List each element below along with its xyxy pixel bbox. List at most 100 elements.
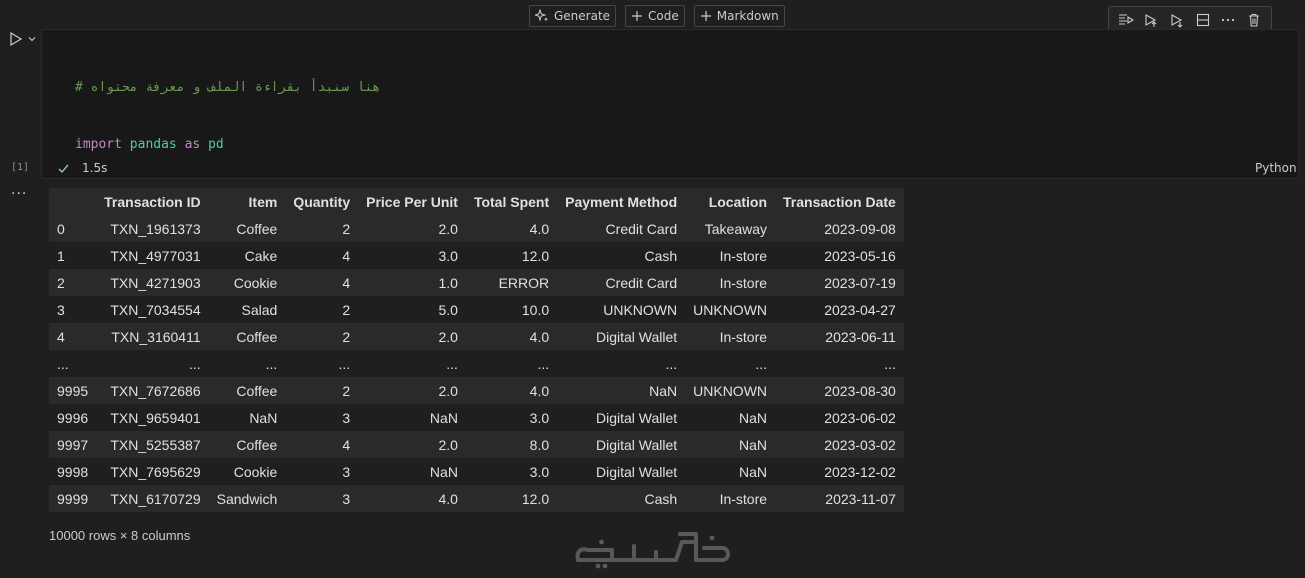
- keyword-import: import: [75, 137, 122, 152]
- run-cell-icon[interactable]: [8, 31, 24, 47]
- table-cell: UNKNOWN: [603, 301, 678, 318]
- markdown-label: Markdown: [716, 9, 779, 23]
- table-cell: 2023-09-08: [824, 220, 896, 237]
- row-index: 9997: [57, 436, 89, 453]
- dataframe-shape: 10000 rows × 8 columns: [49, 528, 191, 543]
- keyword-as: as: [184, 137, 201, 152]
- table-cell: 2023-06-02: [824, 409, 896, 426]
- table-cell: Takeaway: [704, 220, 768, 237]
- sparkle-icon: [535, 9, 549, 23]
- execute-above-icon[interactable]: [1140, 9, 1162, 31]
- add-code-cell-button[interactable]: Code: [625, 5, 685, 27]
- execution-count: [1]: [11, 162, 30, 173]
- table-cell: ...: [338, 355, 351, 372]
- table-row: ...........................: [49, 350, 904, 377]
- run-by-line-icon[interactable]: [1115, 9, 1137, 31]
- table-cell: TXN_9659401: [110, 409, 201, 426]
- code-import-line: import pandas as pd: [75, 135, 826, 154]
- cell-language-label[interactable]: Python: [1255, 161, 1297, 175]
- table-cell: Cash: [644, 490, 678, 507]
- split-cell-icon[interactable]: [1192, 9, 1214, 31]
- dataframe-table: Transaction ID Item Quantity Price Per Unit…: [49, 188, 904, 512]
- table-cell: 2023-04-27: [824, 301, 896, 318]
- table-cell: 4.0: [529, 382, 550, 399]
- row-index: 0: [57, 220, 65, 237]
- execute-below-icon[interactable]: [1166, 9, 1188, 31]
- code-cell-editor[interactable]: # هنا سنبدأ بقراءة الملف و معرفة محتواه …: [41, 29, 1299, 380]
- table-header: Transaction ID Item Quantity Price Per Unit…: [49, 188, 904, 215]
- success-check-icon: [57, 162, 70, 175]
- table-row: 9999 TXN_6170729 Sandwich 3 4.0 12.0 Cash In-st…: [49, 485, 904, 512]
- table-cell: ...: [446, 355, 458, 372]
- column-header: Quantity: [285, 188, 359, 215]
- chevron-down-icon[interactable]: [27, 33, 37, 43]
- table-cell: TXN_4271903: [110, 274, 201, 291]
- table-cell: 8.0: [529, 436, 550, 453]
- column-header: Transaction ID: [96, 188, 209, 215]
- table-cell: 2023-06-11: [825, 328, 896, 345]
- table-cell: 4: [342, 436, 351, 453]
- table-cell: 1.0: [438, 274, 458, 291]
- table-cell: In-store: [719, 274, 768, 291]
- column-header: Price Per Unit: [358, 188, 466, 215]
- table-cell: Coffee: [236, 436, 278, 453]
- table-cell: NaN: [649, 382, 678, 399]
- delete-icon[interactable]: [1243, 9, 1265, 31]
- row-index: ...: [57, 355, 69, 372]
- table-body: 0 TXN_1961373 Coffee 2 2.0 4.0 Credit Card Take…: [49, 215, 904, 512]
- table-cell: 2: [342, 220, 351, 237]
- column-header: Item: [208, 188, 286, 215]
- row-index: 9999: [57, 490, 89, 507]
- table-cell: UNKNOWN: [693, 301, 768, 318]
- column-header: Payment Method: [557, 188, 686, 215]
- table-cell: Coffee: [236, 328, 278, 345]
- table-cell: ...: [884, 355, 896, 372]
- dataframe-output: Transaction ID Item Quantity Price Per Unit…: [49, 188, 904, 512]
- table-cell: 5.0: [438, 301, 458, 318]
- table-cell: 3: [342, 490, 351, 507]
- table-cell: Cash: [644, 247, 678, 264]
- table-cell: Digital Wallet: [595, 436, 678, 453]
- generate-button[interactable]: Generate: [529, 5, 617, 27]
- more-icon[interactable]: [1217, 9, 1239, 31]
- table-cell: TXN_3160411: [111, 328, 201, 345]
- generate-label: Generate: [554, 9, 611, 23]
- table-cell: Digital Wallet: [595, 409, 678, 426]
- table-cell: Digital Wallet: [595, 463, 678, 480]
- table-row: 9997 TXN_5255387 Coffee 4 2.0 8.0 Digital Wall…: [49, 431, 904, 458]
- output-more-actions[interactable]: ···: [11, 186, 27, 202]
- table-cell: ...: [537, 355, 550, 372]
- table-row: 2 TXN_4271903 Cookie 4 1.0 ERROR Credit Card In…: [49, 269, 904, 296]
- table-cell: 2.0: [438, 436, 458, 453]
- table-cell: 3.0: [529, 463, 550, 480]
- table-cell: Sandwich: [216, 490, 278, 507]
- table-cell: Coffee: [236, 382, 278, 399]
- table-cell: Cookie: [233, 463, 278, 480]
- table-cell: 2.0: [438, 328, 458, 345]
- row-index: 9998: [57, 463, 89, 480]
- table-row: 0 TXN_1961373 Coffee 2 2.0 4.0 Credit Card Take…: [49, 215, 904, 242]
- table-row: 1 TXN_4977031 Cake 4 3.0 12.0 Cash In-store 2023…: [49, 242, 904, 269]
- column-header: Transaction Date: [775, 188, 904, 215]
- add-markdown-cell-button[interactable]: Markdown: [693, 5, 785, 27]
- table-cell: TXN_1961373: [110, 220, 201, 237]
- row-index: 4: [57, 328, 65, 345]
- plus-icon: [631, 10, 643, 22]
- table-row: 4 TXN_3160411 Coffee 2 2.0 4.0 Digital Wallet I…: [49, 323, 904, 350]
- table-cell: TXN_5255387: [110, 436, 201, 453]
- table-row: 3 TXN_7034554 Salad 2 5.0 10.0 UNKNOWN UNKNOWN 2…: [49, 296, 904, 323]
- table-cell: NaN: [739, 436, 768, 453]
- add-cell-toolbar: Generate Code Markdown: [529, 5, 785, 27]
- table-cell: Coffee: [236, 220, 278, 237]
- table-cell: NaN: [739, 463, 768, 480]
- table-cell: ...: [755, 355, 768, 372]
- table-cell: 12.0: [521, 490, 550, 507]
- index-header: [49, 188, 97, 215]
- row-index: 2: [57, 274, 65, 291]
- table-cell: 4.0: [438, 490, 458, 507]
- table-cell: ERROR: [498, 274, 550, 291]
- table-row: 9998 TXN_7695629 Cookie 3 NaN 3.0 Digital Wall…: [49, 458, 904, 485]
- table-row: 9996 TXN_9659401 NaN 3 NaN 3.0 Digital Wallet N…: [49, 404, 904, 431]
- table-cell: In-store: [719, 247, 768, 264]
- table-cell: 2023-12-02: [824, 463, 896, 480]
